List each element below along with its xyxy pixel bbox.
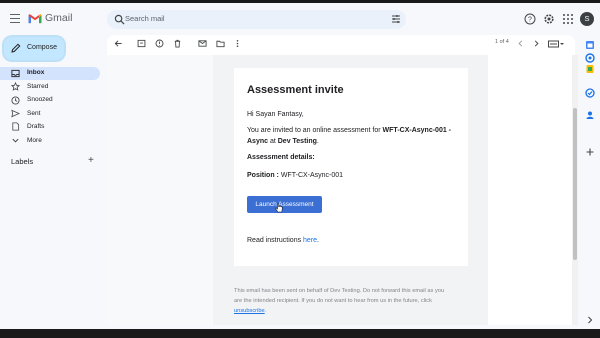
input-tools-icon[interactable]	[548, 40, 564, 48]
send-icon	[11, 109, 20, 118]
footer-line-1: This email has been sent on behalf of De…	[234, 288, 445, 294]
more-vertical-icon[interactable]	[233, 39, 242, 48]
app-name: Gmail	[45, 12, 73, 24]
labels-heading: Labels	[11, 157, 34, 166]
mark-unread-icon[interactable]	[198, 39, 207, 48]
clock-icon	[11, 96, 20, 105]
inbox-icon	[11, 69, 20, 78]
keep-icon[interactable]	[585, 53, 595, 63]
pagination-count: 1 of 4	[495, 39, 509, 45]
gmail-m-icon	[28, 13, 42, 23]
intro-prefix: You are invited to an online assessment …	[247, 127, 383, 134]
notes-icon[interactable]	[585, 64, 595, 74]
instructions-prefix: Read instructions	[247, 237, 304, 244]
account-avatar[interactable]: S	[580, 12, 594, 26]
settings-gear-icon[interactable]	[543, 13, 555, 25]
email-right-margin	[488, 55, 572, 325]
assessment-name-line2: Async	[247, 138, 269, 145]
gmail-logo[interactable]: Gmail	[28, 12, 72, 24]
back-arrow-icon[interactable]	[114, 39, 123, 48]
sidebar-item-label[interactable]: Sent	[27, 110, 40, 117]
sidebar-item-label[interactable]: Drafts	[27, 123, 44, 130]
company-name: Dev Testing	[277, 138, 317, 145]
search-icon[interactable]	[114, 14, 125, 25]
tasks-icon[interactable]	[585, 88, 595, 98]
position-value: WFT-CX-Async-001	[278, 172, 344, 179]
position-line: Position : WFT-CX-Async-001	[247, 170, 343, 181]
chevron-right-icon[interactable]	[532, 39, 541, 48]
archive-icon[interactable]	[137, 39, 146, 48]
email-greeting: Hi Sayan Fantasy,	[247, 111, 304, 118]
svg-text:?: ?	[528, 17, 532, 24]
star-icon	[11, 82, 20, 91]
file-icon	[12, 122, 20, 131]
launch-assessment-button[interactable]: Launch Assessment	[247, 196, 322, 213]
window-bottom-border	[0, 329, 600, 338]
add-addon-icon[interactable]	[585, 147, 595, 157]
assessment-name-line1: WFT-CX-Async-001 -	[382, 127, 452, 134]
chevron-down-icon	[12, 138, 19, 143]
compose-label[interactable]: Compose	[27, 44, 57, 51]
instructions-link[interactable]: here	[303, 237, 317, 244]
chevron-left-icon[interactable]	[516, 39, 525, 48]
footer-end: .	[264, 308, 267, 314]
hand-cursor-icon	[275, 203, 283, 213]
details-heading: Assessment details:	[247, 154, 315, 161]
expand-panel-chevron-icon[interactable]	[585, 315, 595, 325]
email-footer: This email has been sent on behalf of De…	[234, 286, 474, 316]
position-label: Position :	[247, 172, 279, 179]
footer-line-3: unsubscribe.	[234, 306, 474, 316]
unsubscribe-link[interactable]: unsubscribe	[234, 308, 265, 314]
pencil-icon	[11, 43, 21, 53]
calendar-icon[interactable]	[585, 40, 595, 50]
footer-line-2: are the intended recipient. If you do no…	[234, 298, 432, 304]
search-options-icon[interactable]	[391, 14, 401, 24]
instructions-period: .	[317, 237, 319, 244]
sidebar-item-label[interactable]: Inbox	[27, 69, 44, 76]
sidebar-item-label[interactable]: Snoozed	[27, 96, 53, 103]
email-title: Assessment invite	[247, 84, 344, 96]
scrollbar-thumb[interactable]	[573, 108, 577, 260]
sidebar-item-label[interactable]: More	[27, 137, 42, 144]
window-top-border	[0, 0, 600, 3]
help-icon[interactable]: ?	[524, 13, 536, 25]
intro-period: .	[316, 138, 319, 145]
main-menu-icon[interactable]	[10, 14, 20, 23]
add-label-icon[interactable]: +	[88, 155, 94, 166]
email-intro: You are invited to an online assessment …	[247, 125, 462, 147]
sidebar-item-label[interactable]: Starred	[27, 83, 48, 90]
instructions-line: Read instructions here.	[247, 235, 319, 246]
snooze-icon[interactable]	[216, 39, 225, 48]
search-input[interactable]: Search mail	[125, 14, 165, 23]
contacts-icon[interactable]	[585, 110, 595, 120]
trash-icon[interactable]	[173, 39, 182, 48]
report-spam-icon[interactable]	[155, 39, 164, 48]
at-text: at	[268, 138, 278, 145]
apps-grid-icon[interactable]	[562, 13, 574, 25]
